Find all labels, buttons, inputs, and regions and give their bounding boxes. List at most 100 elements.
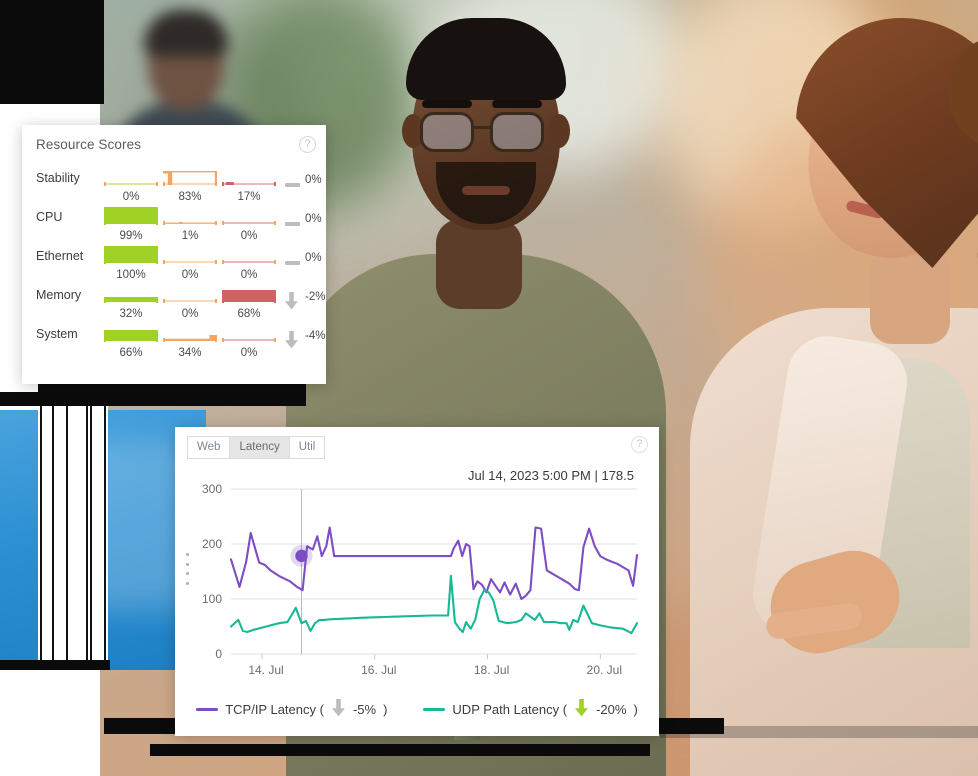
man-neck [436,219,522,309]
resource-bar-track [163,261,217,263]
legend-close-paren: ) [633,702,638,717]
resource-bar-tick [215,182,217,186]
resource-bar-value: 0% [240,230,258,242]
latency-line-chart[interactable]: 0 100 200 300 14. Jul 16. Jul 18. Jul 20. Jul [193,479,643,684]
down-arrow-icon [331,699,346,720]
resource-bar-value: 68% [237,308,261,320]
photo-edge-mid-left-2 [0,392,42,406]
resource-bar-tick [156,299,158,303]
resource-bar-value: 0% [181,269,199,281]
resource-bar-tick [163,338,165,342]
y-tick-label: 100 [202,592,222,606]
screenshot-root: Resource Scores ? Stability 0% 83% 17% 0% CPU… [0,0,978,776]
resource-bar-cell-critical[interactable]: 0% [222,243,276,282]
cursor-point [295,549,308,563]
resource-bar-cell-warning[interactable]: 0% [163,282,217,321]
resource-bar-cell-good[interactable]: 0% [104,165,158,204]
resource-row-bars: 100% 0% 0% [104,243,280,282]
legend-color-swatch [423,708,446,711]
resource-bar-cell-good[interactable]: 99% [104,204,158,243]
resource-bar-tick [215,338,217,342]
photo-edge-bottom-right [660,726,978,738]
foreground-paper-lines [38,398,108,670]
vertical-dots-icon[interactable] [183,553,191,585]
resource-bar-tick [104,338,106,342]
resource-bar-value: 1% [181,230,199,242]
man-eyeglasses-lens [420,112,474,152]
resource-bar-cell-warning[interactable]: 34% [163,321,217,360]
question-mark-icon[interactable]: ? [299,136,316,153]
resource-trend-value: -4% [305,330,326,342]
resource-score-row: Memory 32% 0% 68% -2% [22,282,326,321]
resource-bar-cell-warning[interactable]: 83% [163,165,217,204]
resource-bar-tick [215,260,217,264]
resource-bar-tick [156,260,158,264]
chart-plot-area[interactable]: 0 100 200 300 14. Jul 16. Jul 18. Jul 20. Jul [193,479,643,684]
resource-bar-tick [104,260,106,264]
resource-bar-tick [156,182,158,186]
resource-bar-tick [163,260,165,264]
latency-chart-panel: Web Latency Util ? Jul 14, 2023 5:00 PM | … [175,427,659,736]
tab-util[interactable]: Util [288,436,326,459]
resource-bar-tick [222,338,224,342]
resource-row-bars: 99% 1% 0% [104,204,280,243]
resource-score-row: Ethernet 100% 0% 0% 0% [22,243,326,282]
tab-latency[interactable]: Latency [229,436,290,459]
resource-bar-tick [274,299,276,303]
resource-bar-cell-good[interactable]: 100% [104,243,158,282]
legend-delta: -20% [596,702,627,717]
photo-edge-bottom-left [0,660,110,670]
legend-item[interactable]: TCP/IP Latency (-5%) [196,699,387,720]
resource-bar-fill [222,290,276,302]
resource-bar-value: 32% [119,308,143,320]
resource-bar-tick [274,338,276,342]
resource-bar-tick [274,221,276,225]
resource-bar-track [222,222,276,224]
legend-close-paren: ) [383,702,388,717]
x-tick-label: 20. Jul [587,663,622,677]
resource-bar-tick [156,338,158,342]
resource-bar-tick [104,221,106,225]
resource-bar-track [163,300,217,302]
resource-bar-tick [156,221,158,225]
resource-bar-cell-warning[interactable]: 1% [163,204,217,243]
chart-tabs[interactable]: Web Latency Util [187,436,326,459]
resource-bar-tick [163,182,165,186]
trend-flat-icon [284,214,302,234]
tab-web[interactable]: Web [187,436,231,459]
resource-bar-tick [274,182,276,186]
resource-bar-tick [222,182,224,186]
resource-bar-cell-critical[interactable]: 17% [222,165,276,204]
resource-bar-cell-good[interactable]: 66% [104,321,158,360]
resource-bar-tick [163,299,165,303]
resource-bar-cell-critical[interactable]: 0% [222,204,276,243]
trend-down-arrow-icon [284,331,302,351]
panel-title: Resource Scores [36,137,142,152]
resource-score-row: CPU 99% 1% 0% 0% [22,204,326,243]
resource-bar-fill [104,297,158,302]
resource-trend-value: 0% [305,252,322,264]
resource-bar-tick [104,182,106,186]
man-eyebrow [492,100,542,108]
legend-item[interactable]: UDP Path Latency (-20%) [423,699,638,720]
question-mark-icon[interactable]: ? [631,436,648,453]
resource-trend-value: 0% [305,174,322,186]
y-tick-label: 200 [202,537,222,551]
resource-bar-cell-warning[interactable]: 0% [163,243,217,282]
foreground-woman [690,8,978,776]
resource-bar-fill [104,330,158,341]
trend-flat-icon [284,175,302,195]
resource-row-label: Ethernet [36,249,84,263]
resource-bar-value: 34% [178,347,202,359]
resource-bar-track [104,183,158,185]
resource-bar-cell-critical[interactable]: 0% [222,321,276,360]
photo-edge-top-left [0,0,104,104]
trend-flat-icon [284,253,302,273]
resource-row-bars: 0% 83% 17% [104,165,280,204]
photo-edge-bottom-2 [150,744,650,756]
resource-bar-cell-critical[interactable]: 68% [222,282,276,321]
resource-bar-cell-good[interactable]: 32% [104,282,158,321]
resource-row-label: Memory [36,288,82,302]
resource-bar-fill [163,335,217,341]
resource-row-bars: 66% 34% 0% [104,321,280,360]
